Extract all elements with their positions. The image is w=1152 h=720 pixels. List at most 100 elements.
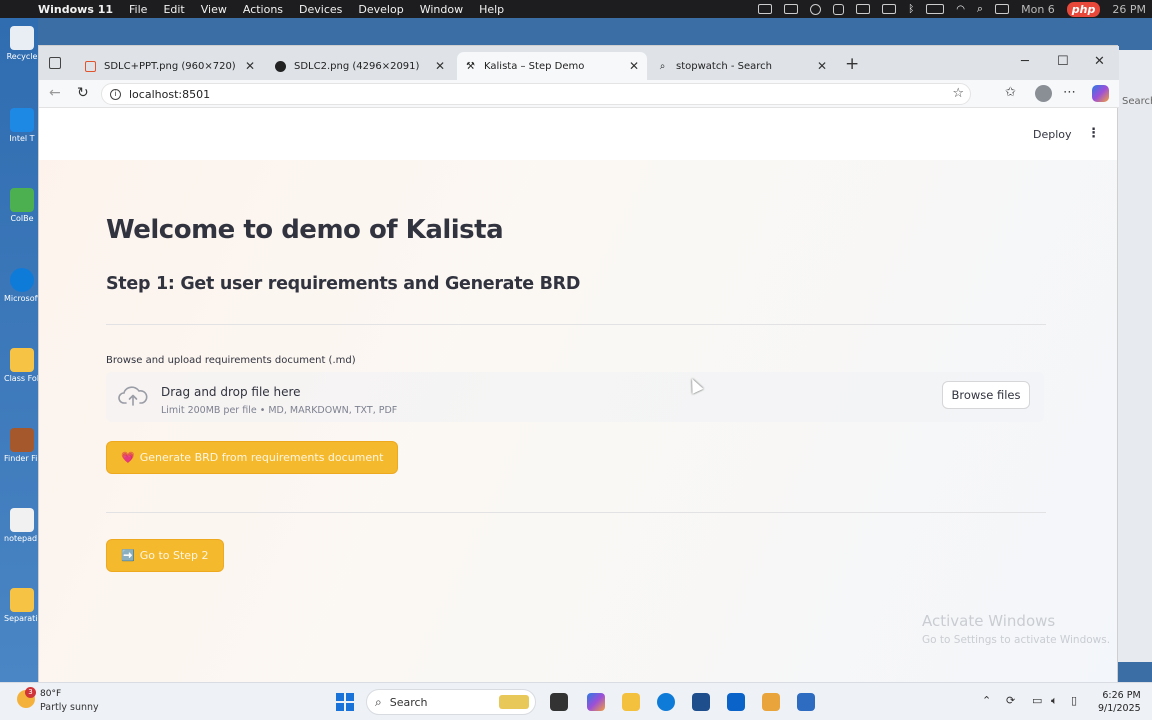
close-tab-icon[interactable]: ✕ bbox=[629, 59, 639, 73]
menu-develop[interactable]: Develop bbox=[350, 3, 411, 16]
outlook-icon[interactable] bbox=[727, 693, 745, 711]
close-tab-icon[interactable]: ✕ bbox=[435, 59, 445, 73]
wifi-icon[interactable]: ◠ bbox=[956, 4, 965, 15]
chevron-up-icon[interactable]: ⌃ bbox=[982, 694, 991, 707]
menu-window[interactable]: Window bbox=[412, 3, 471, 16]
task-view-icon[interactable] bbox=[550, 693, 568, 711]
file-dropzone[interactable]: Drag and drop file here Limit 200MB per … bbox=[106, 372, 1044, 422]
edge-app-icon[interactable] bbox=[657, 693, 675, 711]
menu-help[interactable]: Help bbox=[471, 3, 512, 16]
desktop-icon-intel[interactable]: Intel T bbox=[8, 108, 36, 143]
maximize-button[interactable]: ☐ bbox=[1057, 54, 1069, 69]
tab-sdlc-ppt[interactable]: SDLC+PPT.png (960×720) ✕ bbox=[77, 52, 263, 80]
copilot-app-icon[interactable] bbox=[587, 693, 605, 711]
globe-icon[interactable] bbox=[810, 3, 822, 15]
browser-window: SDLC+PPT.png (960×720) ✕ SDLC2.png (4296… bbox=[38, 45, 1119, 682]
favorite-star-icon[interactable]: ☆ bbox=[952, 86, 964, 101]
desktop-icon-recycle[interactable]: Recycle bbox=[7, 26, 37, 61]
temperature[interactable]: 80°F bbox=[40, 689, 61, 699]
url-field[interactable]: i localhost:8501 ☆ bbox=[101, 83, 971, 105]
generate-brd-button[interactable]: 💗 Generate BRD from requirements documen… bbox=[106, 441, 399, 474]
folder-icon bbox=[10, 588, 34, 612]
menu-devices[interactable]: Devices bbox=[291, 3, 350, 16]
desktop-icon-file[interactable]: Finder File bbox=[4, 428, 38, 463]
network-icon[interactable]: ▭ bbox=[1032, 694, 1042, 707]
intel-icon bbox=[10, 108, 34, 132]
close-tab-icon[interactable]: ✕ bbox=[245, 59, 255, 73]
recycle-bin-icon bbox=[10, 26, 34, 50]
weather-badge: 3 bbox=[25, 687, 36, 698]
tab-stopwatch-search[interactable]: ⌕ stopwatch - Search ✕ bbox=[649, 52, 835, 80]
close-window-button[interactable]: ✕ bbox=[1094, 54, 1105, 69]
desktop-icon-folder[interactable]: Class Folder bbox=[4, 348, 38, 383]
app-icon bbox=[10, 188, 34, 212]
app-header: Deploy ⋮ bbox=[39, 108, 1117, 160]
windows-start-icon[interactable] bbox=[336, 693, 354, 711]
volume-icon[interactable]: 🔈︎ bbox=[1051, 694, 1058, 708]
taskbar: 3 80°F Partly sunny ⌕ Search ⌃ ⟳ ▭ 🔈︎ ▯ … bbox=[0, 682, 1152, 720]
back-icon[interactable]: ← bbox=[49, 85, 61, 101]
github-icon bbox=[275, 60, 286, 72]
store-icon[interactable] bbox=[692, 693, 710, 711]
menu-view[interactable]: View bbox=[193, 3, 235, 16]
menu-edit[interactable]: Edit bbox=[155, 3, 192, 16]
display-icon[interactable] bbox=[882, 4, 897, 14]
screen-icon[interactable] bbox=[758, 4, 773, 14]
close-tab-icon[interactable]: ✕ bbox=[817, 59, 827, 73]
upload-label: Browse and upload requirements document … bbox=[106, 355, 356, 366]
divider bbox=[106, 512, 1046, 513]
file-explorer-icon[interactable] bbox=[622, 693, 640, 711]
site-info-icon[interactable]: i bbox=[110, 88, 121, 100]
search-icon[interactable]: ⌕ bbox=[977, 2, 983, 16]
profile-avatar[interactable] bbox=[1035, 85, 1052, 102]
activation-watermark: Activate Windows Go to Settings to activ… bbox=[922, 612, 1110, 646]
desktop-icon-colbe[interactable]: ColBe bbox=[8, 188, 36, 223]
tab-kalista[interactable]: ⚒ Kalista – Step Demo ✕ bbox=[457, 52, 647, 80]
go-to-step-2-label: Go to Step 2 bbox=[139, 549, 209, 562]
app-page: Deploy ⋮ Welcome to demo of Kalista Step… bbox=[39, 108, 1117, 682]
control-center-icon[interactable] bbox=[995, 4, 1010, 14]
mac-menu-bar: Windows 11 File Edit View Actions Device… bbox=[0, 0, 1152, 18]
tools-app-icon[interactable] bbox=[762, 693, 780, 711]
weather-condition[interactable]: Partly sunny bbox=[40, 702, 99, 713]
background-search-label: Search bbox=[1122, 96, 1152, 107]
folder-icon bbox=[10, 348, 34, 372]
notepad-app-icon[interactable] bbox=[797, 693, 815, 711]
tools-icon: ⚒ bbox=[466, 60, 475, 72]
calendar-icon[interactable] bbox=[784, 4, 799, 14]
tab-sdlc2[interactable]: SDLC2.png (4296×2091) ✕ bbox=[267, 52, 453, 80]
address-bar: ← ↻ i localhost:8501 ☆ ✩ ⋯ bbox=[39, 80, 1119, 108]
favorites-icon[interactable]: ✩ bbox=[1005, 85, 1016, 100]
php-badge: php bbox=[1066, 1, 1101, 17]
go-to-step-2-button[interactable]: ➡️ Go to Step 2 bbox=[106, 539, 224, 572]
desktop-icons: Recycle Intel T ColBe Microsoft Edge Cla… bbox=[0, 18, 38, 682]
reload-icon[interactable]: ↻ bbox=[77, 85, 89, 101]
menu-app-name[interactable]: Windows 11 bbox=[30, 3, 121, 16]
new-tab-button[interactable]: + bbox=[845, 54, 859, 74]
desktop-icon-separation[interactable]: Separation bbox=[4, 588, 38, 623]
background-window: Search bbox=[1118, 50, 1152, 662]
menu-actions[interactable]: Actions bbox=[235, 3, 291, 16]
deploy-button[interactable]: Deploy bbox=[1033, 128, 1072, 141]
tab-actions-icon[interactable] bbox=[49, 57, 61, 69]
minimize-button[interactable]: ─ bbox=[1021, 54, 1029, 69]
desktop-icon-edge[interactable]: Microsoft Edge bbox=[4, 268, 38, 303]
sync-tray-icon[interactable]: ⟳ bbox=[1006, 694, 1015, 707]
browse-files-button[interactable]: Browse files bbox=[942, 381, 1030, 409]
menu-file[interactable]: File bbox=[121, 3, 155, 16]
main-menu-icon[interactable]: ⋮ bbox=[1087, 126, 1100, 141]
desktop-icon-notepad[interactable]: notepad desktop bbox=[4, 508, 38, 543]
url-text: localhost:8501 bbox=[129, 87, 211, 101]
mac-date: Mon 6 bbox=[1021, 2, 1055, 16]
bluetooth-icon[interactable]: ᛒ bbox=[908, 4, 914, 15]
copilot-icon[interactable] bbox=[1092, 85, 1109, 102]
cloud-upload-icon bbox=[118, 386, 148, 406]
battery-tray-icon[interactable]: ▯ bbox=[1071, 694, 1077, 707]
more-options-icon[interactable]: ⋯ bbox=[1063, 85, 1076, 100]
search-icon: ⌕ bbox=[659, 60, 666, 72]
taskbar-search[interactable]: ⌕ Search bbox=[366, 689, 536, 715]
battery-icon[interactable] bbox=[926, 4, 945, 14]
window-icon[interactable] bbox=[856, 4, 871, 14]
sync-icon[interactable] bbox=[833, 3, 845, 15]
taskbar-clock[interactable]: 6:26 PM 9/1/2025 bbox=[1098, 689, 1141, 715]
